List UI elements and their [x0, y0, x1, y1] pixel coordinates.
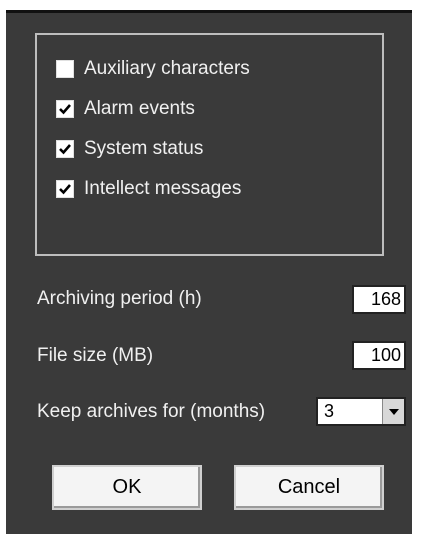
checkbox-label: Intellect messages: [84, 178, 242, 199]
title-strip: [6, 0, 412, 13]
checkbox-box[interactable]: [56, 60, 74, 78]
keep-archives-select[interactable]: 3: [316, 397, 406, 426]
checkbox-box[interactable]: [56, 140, 74, 158]
checkbox-box[interactable]: [56, 100, 74, 118]
dropdown-button[interactable]: [382, 399, 404, 424]
checkbox-box[interactable]: [56, 180, 74, 198]
checkbox-alarm-events[interactable]: Alarm events: [56, 97, 195, 121]
cancel-button[interactable]: Cancel: [234, 465, 384, 510]
checkbox-label: System status: [84, 138, 204, 159]
checkbox-auxiliary-characters[interactable]: Auxiliary characters: [56, 57, 250, 81]
file-size-label: File size (MB): [37, 345, 154, 366]
archive-settings-dialog: Auxiliary characters Alarm events System…: [6, 0, 412, 534]
check-icon: [59, 144, 71, 155]
chevron-down-icon: [388, 408, 399, 415]
checkbox-intellect-messages[interactable]: Intellect messages: [56, 177, 241, 201]
check-icon: [59, 104, 71, 115]
check-icon: [59, 184, 71, 195]
ok-button[interactable]: OK: [52, 465, 202, 510]
checkbox-system-status[interactable]: System status: [56, 137, 203, 161]
keep-archives-label: Keep archives for (months): [37, 401, 266, 422]
checkbox-label: Auxiliary characters: [84, 58, 250, 79]
keep-archives-value: 3: [324, 401, 335, 421]
file-size-input[interactable]: [352, 341, 406, 370]
event-types-group: Auxiliary characters Alarm events System…: [35, 33, 384, 256]
archiving-period-input[interactable]: [352, 285, 406, 314]
checkbox-label: Alarm events: [84, 98, 195, 119]
archiving-period-label: Archiving period (h): [37, 288, 202, 309]
